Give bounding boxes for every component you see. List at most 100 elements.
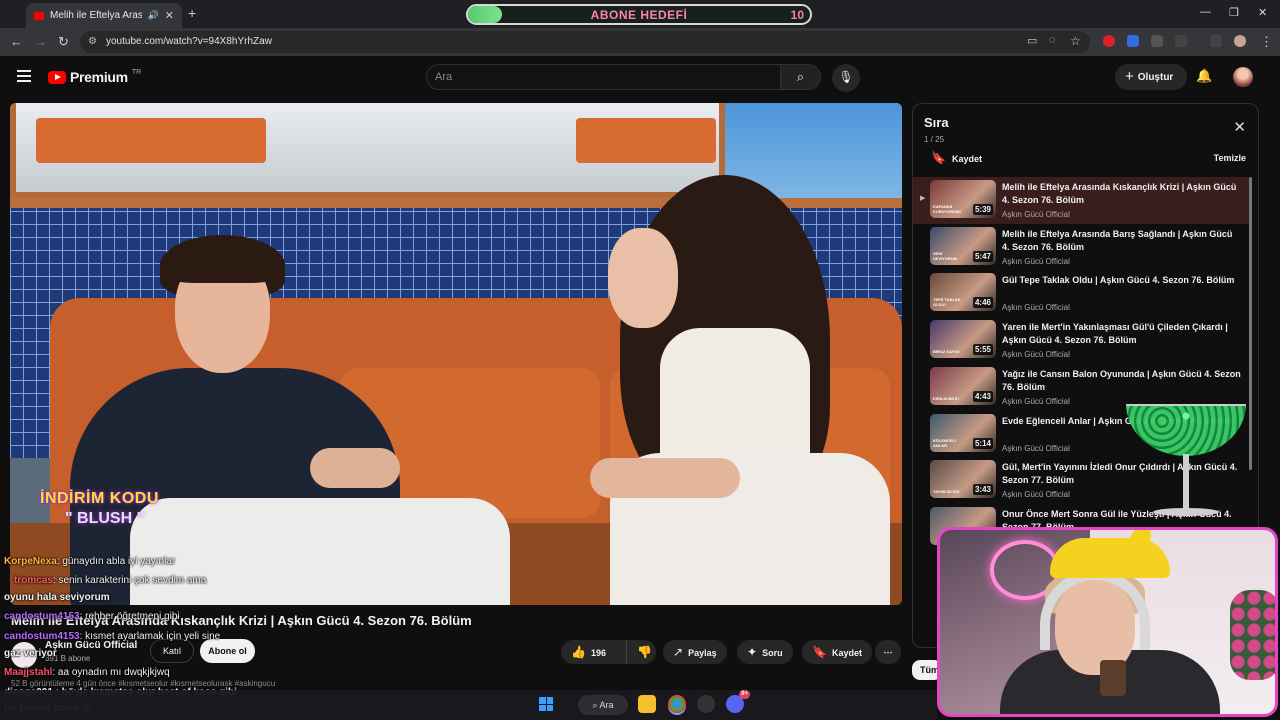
- discord-badge: 9+: [739, 690, 750, 699]
- queue-item-duration: 5:14: [972, 437, 993, 449]
- menu-icon[interactable]: [17, 70, 31, 85]
- queue-scrollbar[interactable]: [1249, 177, 1252, 470]
- chat-username: tromcas: [14, 575, 53, 586]
- chat-username: KorpeNexa: [4, 556, 57, 567]
- thumbnail-caption: TEPE TAKLAK OLDU!: [933, 297, 961, 308]
- back-icon[interactable]: ←: [10, 34, 23, 49]
- queue-item-thumbnail: BİRAZ SAYGI! 5:55: [930, 320, 996, 359]
- windows-taskbar: [0, 690, 937, 720]
- discount-code-value: " BLUSH ": [65, 510, 145, 527]
- dislike-button[interactable]: 👎: [626, 640, 656, 664]
- extension-blue-icon[interactable]: [1127, 35, 1139, 47]
- queue-item-channel: Aşkın Gücü Official: [1002, 396, 1070, 406]
- close-icon[interactable]: ✕: [1233, 118, 1246, 136]
- restore-icon[interactable]: ❐: [1229, 6, 1239, 19]
- chat-username: candostum4153: [4, 611, 80, 622]
- extension-red-icon[interactable]: [1103, 35, 1115, 47]
- subscriber-goal-widget: ABONE HEDEFİ 10: [466, 4, 812, 25]
- queue-item-title: Yağız ile Cansın Balon Oyununda | Aşkın …: [1002, 368, 1241, 392]
- video-scene-window: [10, 103, 725, 198]
- chat-username: candostum4153: [4, 631, 80, 642]
- minimize-icon[interactable]: —: [1200, 6, 1211, 18]
- window-close-icon[interactable]: ✕: [1258, 6, 1267, 19]
- close-tab-icon[interactable]: ✕: [165, 9, 174, 22]
- queue-item-thumbnail: KIRILDI BİLE! 4:43: [930, 366, 996, 405]
- logo-country-badge: TR: [131, 68, 142, 76]
- chat-text: : rehber öğretmeni gibi: [79, 611, 180, 622]
- thumbnail-caption: KIRILDI BİLE!: [933, 395, 959, 401]
- save-label: Kaydet: [831, 648, 862, 658]
- search-icon[interactable]: ⌕: [781, 64, 821, 90]
- queue-item-thumbnail: EĞLENCELİ ANLAR 5:14: [930, 413, 996, 452]
- queue-item[interactable]: BİRAZ SAYGI! 5:55 Yaren ile Mert'in Yakınl…: [913, 317, 1251, 364]
- obs-icon[interactable]: [697, 695, 715, 713]
- goal-count: 10: [790, 8, 804, 22]
- queue-item-title: Melih ile Eftelya Arasında Barış Sağland…: [1002, 228, 1233, 252]
- new-tab-button[interactable]: +: [188, 5, 196, 21]
- queue-item-duration: 5:47: [972, 250, 993, 262]
- queue-clear-button[interactable]: Temizle: [1214, 153, 1246, 163]
- url-field[interactable]: ⚙ youtube.com/watch?v=94X8hYrhZaw: [80, 31, 1090, 53]
- now-playing-icon: ▶: [920, 195, 926, 202]
- search-input[interactable]: Ara: [426, 64, 781, 90]
- queue-item-channel: Aşkın Gücü Official: [1002, 256, 1070, 266]
- microphone-icon[interactable]: 🎙: [832, 64, 860, 92]
- reload-icon[interactable]: ↻: [58, 34, 69, 50]
- share-icon: ↗: [673, 645, 684, 659]
- thumbs-up-icon: 👍: [571, 645, 586, 659]
- thumbnail-caption: YAYINI İZLEDİ: [933, 489, 960, 495]
- file-explorer-icon[interactable]: [638, 695, 656, 713]
- goal-label: ABONE HEDEFİ: [590, 8, 688, 22]
- search-icon: ⌕: [592, 700, 600, 710]
- create-button[interactable]: + Oluştur: [1115, 64, 1187, 90]
- forward-icon[interactable]: →: [34, 34, 47, 49]
- youtube-premium-logo[interactable]: Premium TR: [48, 69, 141, 85]
- cast-icon[interactable]: ▭: [1027, 34, 1037, 47]
- extension-dark-icon[interactable]: [1151, 35, 1163, 47]
- eye-off-icon[interactable]: ◌: [1049, 34, 1056, 46]
- bookmark-star-icon[interactable]: ☆: [1070, 34, 1081, 48]
- taskbar-search[interactable]: ⌕ Ara: [578, 695, 628, 715]
- plus-icon: +: [1125, 68, 1134, 85]
- ask-button[interactable]: ✦ Soru: [737, 640, 793, 664]
- join-button[interactable]: Katıl: [150, 639, 194, 663]
- site-info-icon[interactable]: ⚙: [88, 31, 97, 53]
- chat-text: : aa oynadın mı dwqkjkjwq: [52, 667, 170, 678]
- thumbnail-caption: BİRAZ SAYGI!: [933, 349, 960, 355]
- chat-text: : senin karakterini çok sevdim ama: [52, 575, 207, 586]
- pikachu-hat: [1050, 538, 1170, 578]
- queue-item-title: Yaren ile Mert'in Yakınlaşması Gül'ü Çil…: [1002, 322, 1228, 346]
- speaker-icon[interactable]: 🔊: [148, 10, 159, 21]
- queue-save-button[interactable]: 🔖 Kaydet: [931, 151, 982, 165]
- chrome-icon[interactable]: [668, 695, 686, 713]
- queue-item[interactable]: TEPE TAKLAK OLDU! 4:46 Gül Tepe Taklak Old…: [913, 270, 1251, 317]
- discord-icon[interactable]: 9+: [726, 690, 750, 713]
- queue-item[interactable]: ▶ KAFANDA KURUYORUM! 5:39 Melih ile Eftelya…: [913, 177, 1251, 224]
- extensions-puzzle-icon[interactable]: [1175, 35, 1187, 47]
- video-player[interactable]: İNDİRİM KODU " BLUSH ": [10, 103, 902, 605]
- browser-tab[interactable]: Melih ile Eftelya Arasında Kıskanç 🔊 ✕: [26, 3, 182, 28]
- thumbnail-caption: KAFANDA KURUYORUM!: [933, 204, 961, 214]
- thumbnail-caption: SENİ SEVİYORUM: [933, 250, 958, 261]
- reading-list-icon[interactable]: [1210, 35, 1222, 47]
- account-avatar[interactable]: [1233, 67, 1253, 87]
- queue-item-channel: Aşkın Gücü Official: [1002, 443, 1070, 453]
- chat-text: : günaydın abla iyi yayınlar: [56, 556, 176, 567]
- more-actions-button[interactable]: ⋯: [875, 640, 901, 664]
- save-button[interactable]: 🔖 Kaydet: [802, 640, 872, 664]
- subscribe-button[interactable]: Abone ol: [200, 639, 255, 663]
- queue-item[interactable]: SENİ SEVİYORUM 5:47 Melih ile Eftelya Aras…: [913, 224, 1251, 271]
- queue-item-thumbnail: SENİ SEVİYORUM 5:47: [930, 226, 996, 265]
- share-button[interactable]: ↗ Paylaş: [663, 640, 727, 664]
- queue-save-label: Kaydet: [951, 154, 982, 164]
- browser-menu-icon[interactable]: ⋮: [1260, 34, 1273, 50]
- youtube-masthead: Premium TR Ara ⌕ 🎙 + Oluştur 🔔: [0, 56, 1270, 100]
- notifications-bell-icon[interactable]: 🔔: [1196, 68, 1212, 84]
- tab-title: Melih ile Eftelya Arasında Kıskanç: [50, 10, 142, 21]
- profile-icon[interactable]: [1234, 35, 1246, 47]
- windows-start-icon[interactable]: [539, 697, 553, 711]
- like-button[interactable]: 👍 196: [561, 640, 626, 664]
- queue-item-duration: 5:39: [972, 204, 993, 215]
- like-count: 196: [590, 648, 606, 658]
- queue-item[interactable]: YAYINI İZLEDİ 3:43 Gül, Mert'in Yayınını İ…: [913, 457, 1251, 504]
